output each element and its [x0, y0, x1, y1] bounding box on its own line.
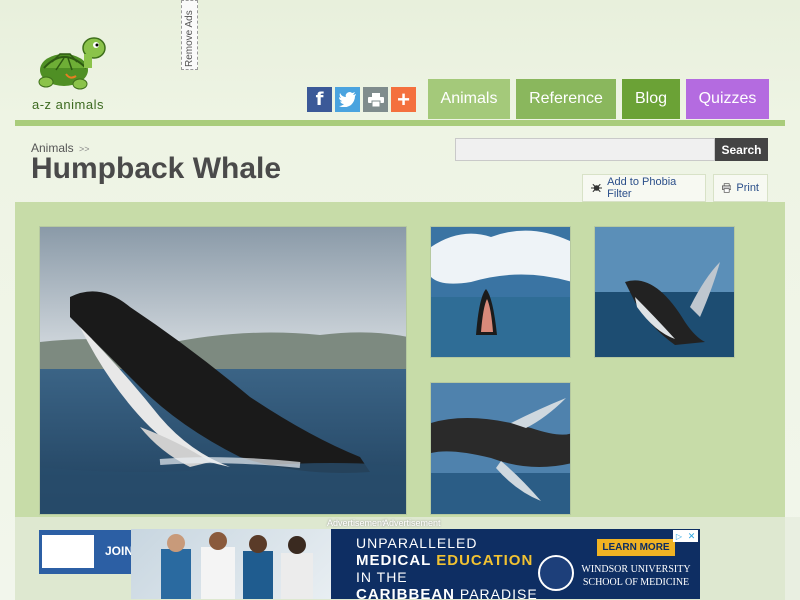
whale-thumbnail-3[interactable] — [430, 382, 571, 515]
tab-quizzes[interactable]: Quizzes — [686, 79, 769, 119]
join-cta: JOIN — [105, 544, 134, 558]
facebook-icon: f — [315, 89, 324, 110]
remove-ads-link[interactable]: Remove Ads — [181, 0, 198, 70]
printer-icon — [722, 183, 732, 193]
learn-more-button[interactable]: LEARN MORE — [597, 539, 675, 556]
ad-headline-line-1: UNPARALLELED — [356, 535, 478, 551]
close-ad-icon[interactable]: ✕ — [685, 530, 698, 542]
more-share-button[interactable]: + — [391, 87, 416, 112]
school-name-line-1: WINDSOR UNIVERSITY — [581, 564, 691, 575]
header-divider — [15, 120, 785, 126]
ad-headline-line-2: MEDICAL EDUCATION — [356, 552, 534, 569]
spider-icon — [591, 183, 603, 193]
advertisement-label: Advertisement — [383, 518, 441, 528]
advertisement-label: Advertisement — [327, 518, 385, 528]
site-logo-text[interactable]: a-z animals — [32, 97, 104, 112]
tab-animals[interactable]: Animals — [428, 79, 510, 119]
print-page-button[interactable]: Print — [713, 174, 768, 202]
ad-headline-line-3: IN THE — [356, 569, 408, 585]
tab-reference[interactable]: Reference — [516, 79, 616, 119]
phobia-label: Add to Phobia Filter — [607, 176, 677, 200]
whale-thumbnail-1[interactable] — [430, 226, 571, 358]
print-share-button[interactable] — [363, 87, 388, 112]
school-name-line-2: SCHOOL OF MEDICINE — [582, 577, 690, 588]
banner-ad[interactable]: UNPARALLELED MEDICAL EDUCATION IN THE CA… — [131, 529, 700, 599]
twitter-icon — [338, 92, 356, 107]
page-title: Humpback Whale — [31, 152, 282, 185]
tab-blog[interactable]: Blog — [622, 79, 680, 119]
small-banner-ad[interactable]: JOIN — [39, 530, 134, 574]
printer-icon — [367, 92, 384, 107]
whale-thumbnail-2[interactable] — [594, 226, 735, 358]
adchoices-icon[interactable]: ▷ — [673, 530, 685, 542]
turtle-logo-icon[interactable] — [30, 32, 110, 94]
ad-headline-line-4: CARIBBEAN PARADISE — [356, 586, 538, 599]
school-name: WINDSOR UNIVERSITY SCHOOL OF MEDICINE — [581, 563, 691, 589]
doctors-photo — [131, 529, 331, 599]
remove-ads-label: Remove Ads — [184, 10, 195, 67]
plus-icon: + — [397, 86, 410, 112]
card-image — [42, 535, 94, 568]
add-to-phobia-filter-button[interactable]: Add to Phobia Filter — [582, 174, 706, 202]
search-button[interactable]: Search — [715, 138, 768, 161]
university-seal-icon — [538, 555, 574, 591]
main-whale-photo[interactable] — [39, 226, 407, 515]
twitter-share-button[interactable] — [335, 87, 360, 112]
facebook-share-button[interactable]: f — [307, 87, 332, 112]
search-input[interactable] — [455, 138, 715, 161]
ad-headline: UNPARALLELED MEDICAL EDUCATION IN THE CA… — [356, 535, 538, 599]
print-label: Print — [736, 182, 759, 194]
